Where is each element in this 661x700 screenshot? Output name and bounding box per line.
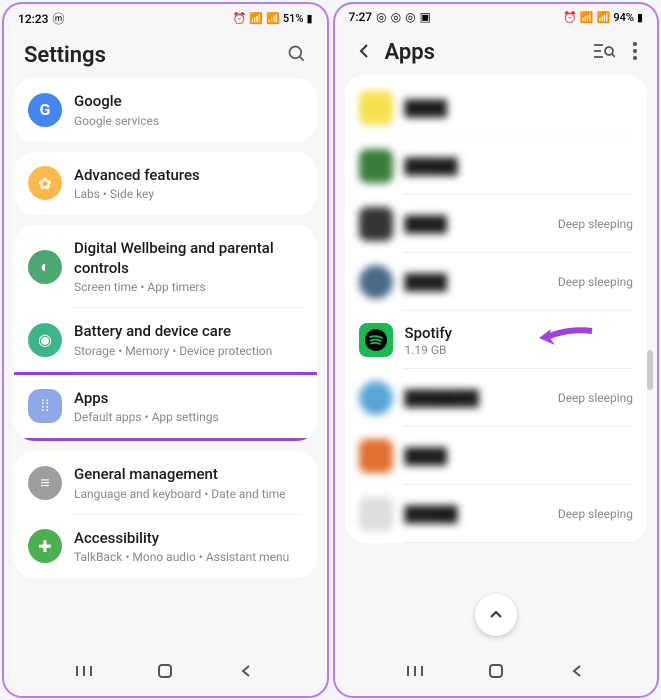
recents-button[interactable] [73, 660, 95, 682]
app-row-spotify[interactable]: Spotify 1.19 GB [345, 311, 648, 369]
wellbeing-icon: ◐ [28, 250, 62, 284]
alarm-icon: ⏰ [563, 11, 577, 24]
battery-percent: 94% [613, 11, 634, 24]
scroll-top-button[interactable] [475, 594, 517, 636]
home-button[interactable] [154, 660, 176, 682]
settings-item-general[interactable]: ≡ General management Language and keyboa… [14, 451, 317, 515]
item-title: Digital Wellbeing and parental controls [74, 239, 303, 278]
app-icon [359, 439, 393, 473]
google-icon: G [28, 93, 62, 127]
settings-item-advanced[interactable]: ✿ Advanced features Labs • Side key [14, 152, 317, 216]
app-icon [359, 381, 393, 415]
settings-item-wellbeing[interactable]: ◐ Digital Wellbeing and parental control… [14, 225, 317, 308]
instagram-icon: ◎ [376, 10, 386, 24]
app-row[interactable]: ████ Deep sleeping [345, 253, 648, 311]
app-icon [359, 91, 393, 125]
settings-screen: 12:23 ⓜ ⏰ 📶 📶 51% ▮ Settings G Google Go… [2, 2, 329, 698]
page-title: Apps [385, 40, 435, 65]
settings-item-apps[interactable]: ⁞⁞ Apps Default apps • App settings [14, 372, 317, 442]
settings-list: G Google Google services ✿ Advanced feat… [4, 78, 327, 578]
header: Settings [4, 29, 327, 78]
app-row[interactable]: ████ [345, 79, 648, 137]
back-button[interactable] [566, 660, 588, 682]
header: Apps [335, 26, 658, 75]
status-bar: 12:23 ⓜ ⏰ 📶 📶 51% ▮ [4, 4, 327, 29]
app-row[interactable]: ████ [345, 427, 648, 485]
gear-icon: ✿ [28, 166, 62, 200]
status-bar: 7:27 ◎ ◎ ◎ ▣ ⏰ 📶 📶 94% ▮ [335, 4, 658, 26]
apps-list[interactable]: ████ █████ ████ Deep sleeping ████ [335, 75, 658, 543]
home-button[interactable] [485, 660, 507, 682]
app-icon [359, 497, 393, 531]
filter-search-icon[interactable] [593, 42, 615, 64]
battery-icon: ▮ [306, 12, 312, 25]
app-size: 1.19 GB [405, 343, 634, 357]
apps-screen: 7:27 ◎ ◎ ◎ ▣ ⏰ 📶 📶 94% ▮ Apps [333, 2, 660, 698]
settings-item-battery[interactable]: ◉ Battery and device care Storage • Memo… [14, 308, 317, 372]
instagram-icon: ◎ [405, 10, 415, 24]
item-subtitle: Language and keyboard • Date and time [74, 487, 303, 501]
spotify-icon [359, 323, 393, 357]
instagram-icon: ◎ [391, 10, 401, 24]
app-icon [359, 265, 393, 299]
app-row[interactable]: █████ Deep sleeping [345, 485, 648, 543]
accessibility-icon: ✚ [28, 529, 62, 563]
search-icon[interactable] [287, 44, 307, 68]
apps-icon: ⁞⁞ [28, 389, 62, 423]
arrow-annotation [537, 323, 597, 357]
signal-icon: 📶 [266, 12, 280, 25]
app-status: Deep sleeping [558, 507, 633, 521]
item-title: Apps [74, 389, 303, 409]
wifi-icon: 📶 [249, 12, 263, 25]
item-title: Battery and device care [74, 322, 303, 342]
recents-button[interactable] [404, 660, 426, 682]
item-title: Advanced features [74, 166, 303, 186]
settings-item-google[interactable]: G Google Google services [14, 78, 317, 142]
settings-item-accessibility[interactable]: ✚ Accessibility TalkBack • Mono audio • … [14, 515, 317, 579]
app-status: Deep sleeping [558, 217, 633, 231]
item-title: General management [74, 465, 303, 485]
app-status: Deep sleeping [558, 275, 633, 289]
battery-care-icon: ◉ [28, 323, 62, 357]
item-subtitle: Storage • Memory • Device protection [74, 344, 303, 358]
item-subtitle: TalkBack • Mono audio • Assistant menu [74, 550, 303, 564]
app-row[interactable]: ███████ Deep sleeping [345, 369, 648, 427]
back-button[interactable] [235, 660, 257, 682]
alarm-icon: ⏰ [233, 12, 247, 25]
item-subtitle: Default apps • App settings [74, 410, 303, 424]
item-subtitle: Screen time • App timers [74, 280, 303, 294]
item-subtitle: Google services [74, 114, 303, 128]
signal-icon: 📶 [597, 11, 611, 24]
status-time: 12:23 [18, 12, 48, 26]
scroll-indicator[interactable] [647, 350, 653, 390]
battery-percent: 51% [283, 12, 304, 25]
status-time: 7:27 [349, 10, 373, 24]
item-subtitle: Labs • Side key [74, 187, 303, 201]
page-title: Settings [24, 43, 106, 68]
battery-icon: ▮ [637, 11, 643, 24]
app-status: Deep sleeping [558, 391, 633, 405]
app-icon [359, 207, 393, 241]
app-row[interactable]: █████ [345, 137, 648, 195]
sliders-icon: ≡ [28, 466, 62, 500]
wifi-icon: 📶 [580, 11, 594, 24]
nav-bar [335, 646, 658, 696]
app-title: Spotify [405, 324, 634, 342]
back-icon[interactable] [355, 42, 373, 64]
more-icon[interactable] [633, 42, 637, 64]
messages-icon: ⓜ [52, 10, 64, 27]
item-title: Accessibility [74, 529, 303, 549]
item-title: Google [74, 92, 303, 112]
app-row[interactable]: ████ Deep sleeping [345, 195, 648, 253]
image-icon: ▣ [420, 10, 431, 24]
nav-bar [4, 646, 327, 696]
app-icon [359, 149, 393, 183]
